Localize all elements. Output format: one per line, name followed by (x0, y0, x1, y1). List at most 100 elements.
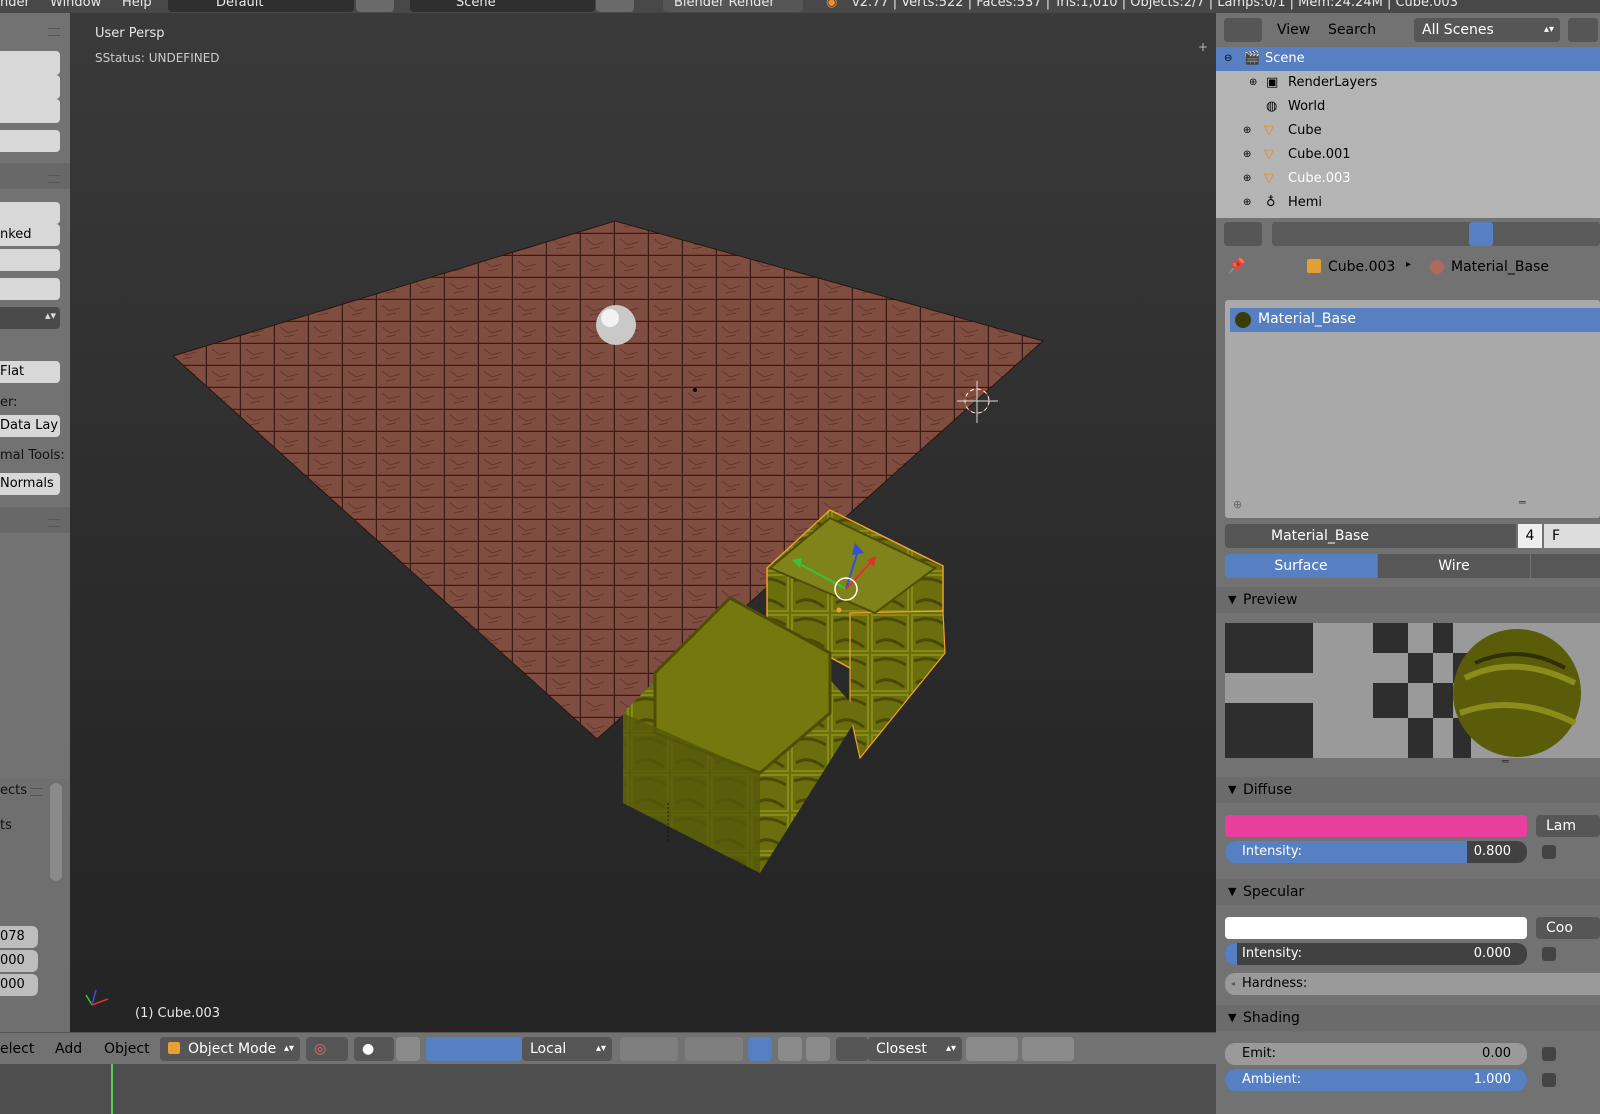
properties-editor-type-icon[interactable] (1224, 222, 1262, 246)
ambient-slider[interactable]: Ambient: 1.000 (1225, 1069, 1527, 1091)
number-field-2[interactable]: 000 (0, 950, 38, 972)
display-mode-selector[interactable]: All Scenes ▴▾ (1414, 18, 1560, 42)
scene-add-button[interactable] (596, 0, 634, 12)
material-browse-button[interactable] (1225, 524, 1265, 548)
outliner-row-hemi[interactable]: ⊕ ♁ Hemi (1216, 191, 1600, 215)
diffuse-shader-selector[interactable]: Lam (1536, 815, 1600, 837)
outliner-row-cube001[interactable]: ⊕ ▽ Cube.001 (1216, 143, 1600, 167)
proportional-edit-icon[interactable] (778, 1037, 802, 1061)
editor-type-icon[interactable] (1224, 18, 1262, 42)
snap-element-selector[interactable] (836, 1037, 868, 1061)
panel-grip-icon[interactable] (48, 175, 60, 183)
layer-buttons-2[interactable] (685, 1037, 743, 1061)
pivot-point-selector[interactable]: ● (354, 1037, 394, 1061)
fake-user-button[interactable]: F (1544, 524, 1600, 548)
preview-panel-header[interactable]: ▼ Preview (1216, 587, 1600, 613)
menu-window[interactable]: Window (50, 0, 101, 10)
outliner-row-renderlayers[interactable]: ⊕ ▣ RenderLayers (1216, 71, 1600, 95)
resize-handle-icon[interactable]: ═ (1519, 496, 1526, 509)
menu-help[interactable]: Help (122, 0, 152, 10)
shelf-button-1[interactable] (0, 51, 60, 75)
shelf-button-3[interactable] (0, 99, 60, 123)
sphere-object (596, 305, 636, 345)
snap-toggle-icon[interactable] (806, 1037, 830, 1061)
render-preview-icons[interactable] (1022, 1037, 1074, 1061)
mode-selector[interactable]: Object Mode ▴▾ (160, 1037, 300, 1061)
preview-resize-icon[interactable]: ═ (1502, 755, 1509, 768)
emit-field[interactable]: Emit: 0.00 (1225, 1043, 1527, 1065)
material-slot-list[interactable]: Material_Base ⊕ ═ (1225, 300, 1600, 518)
shelf-dropdown[interactable]: ▴▾ (0, 307, 60, 329)
lamp-icon: ♁ (1266, 195, 1276, 210)
outliner-row-cube[interactable]: ⊕ ▽ Cube (1216, 119, 1600, 143)
tangent-checkbox[interactable] (1542, 1073, 1556, 1087)
menu-object[interactable]: Object (104, 1041, 150, 1057)
diffuse-panel-header[interactable]: ▼ Diffuse (1216, 777, 1600, 803)
render-layers-icon: ▣ (1266, 75, 1279, 90)
specular-intensity-slider[interactable]: Intensity: 0.000 (1225, 943, 1527, 965)
shading-panel-header[interactable]: ▼ Shading (1216, 1005, 1600, 1031)
normals-button[interactable]: Normals (0, 473, 60, 495)
diffuse-ramp-checkbox[interactable] (1542, 845, 1556, 859)
viewport-shading-selector[interactable]: ◎ (306, 1037, 348, 1061)
shelf-linked-button[interactable]: nked (0, 224, 60, 246)
snap-target-selector[interactable]: Closest ▴▾ (868, 1037, 962, 1061)
outliner-menu-search[interactable]: Search (1328, 22, 1376, 38)
specular-ramp-checkbox[interactable] (1542, 947, 1556, 961)
add-slot-icon[interactable]: ⊕ (1233, 498, 1242, 511)
specular-panel-header[interactable]: ▼ Specular (1216, 879, 1600, 905)
panel-grip-icon[interactable] (30, 788, 42, 796)
material-tab-icon[interactable] (1469, 222, 1493, 246)
shelf-button-7[interactable] (0, 278, 60, 300)
layout-add-button[interactable] (356, 0, 394, 12)
specular-intensity-value: 0.000 (1473, 946, 1511, 961)
lock-layers-icon[interactable] (748, 1037, 772, 1061)
specular-shader-selector[interactable]: Coo (1536, 917, 1600, 939)
scene-selector[interactable] (410, 0, 595, 12)
current-frame-marker[interactable] (111, 1064, 113, 1114)
blender-logo-icon: ◉ (826, 0, 838, 10)
tab-surface[interactable]: Surface (1225, 554, 1377, 578)
tab-volume[interactable] (1531, 554, 1600, 578)
snap-options-icons[interactable] (966, 1037, 1018, 1061)
material-slot-row[interactable]: Material_Base (1230, 308, 1600, 332)
pin-icon[interactable]: 📌 (1228, 258, 1245, 274)
data-layer-button[interactable]: Data Lay (0, 415, 60, 437)
mode-label: Object Mode (188, 1041, 277, 1057)
diffuse-color-swatch[interactable] (1225, 815, 1527, 837)
material-name-field[interactable]: Material_Base (1265, 524, 1516, 548)
shade-flat-button[interactable]: Flat (0, 361, 60, 383)
layer-buttons-1[interactable] (620, 1037, 678, 1061)
outliner-row-cube003[interactable]: ⊕ ▽ Cube.003 (1216, 167, 1600, 191)
outliner-row-scene[interactable]: ⊖ 🎬 Scene (1216, 47, 1600, 71)
outliner-row-world[interactable]: ◍ World (1216, 95, 1600, 119)
shelf-button-2[interactable] (0, 75, 60, 99)
number-field-1[interactable]: 078 (0, 926, 38, 948)
outliner-label-hemi: Hemi (1288, 195, 1323, 210)
menu-add[interactable]: Add (55, 1041, 82, 1057)
shelf-button-4[interactable] (0, 130, 60, 152)
shadeless-checkbox[interactable] (1542, 1047, 1556, 1061)
hardness-field[interactable]: ◂ Hardness: (1225, 973, 1600, 995)
manipulator-modes[interactable] (426, 1037, 522, 1061)
shelf-scrollbar[interactable] (50, 783, 62, 881)
number-field-3[interactable]: 000 (0, 974, 38, 996)
transform-orientation-selector[interactable]: Local ▴▾ (522, 1037, 612, 1061)
search-icon[interactable] (1568, 18, 1598, 42)
shelf-button-5[interactable] (0, 202, 60, 224)
panel-grip-icon[interactable] (48, 519, 60, 527)
world-icon: ◍ (1266, 99, 1278, 114)
menu-select[interactable]: elect (0, 1041, 34, 1057)
diffuse-intensity-slider[interactable]: Intensity: 0.800 (1225, 841, 1527, 863)
manipulator-toggle[interactable] (396, 1037, 420, 1061)
outliner-menu-view[interactable]: View (1277, 22, 1310, 38)
tab-wire[interactable]: Wire (1378, 554, 1530, 578)
3d-viewport[interactable]: User Persp SStatus: UNDEFINED + (1) Cube… (70, 13, 1216, 1053)
material-ball-icon (1235, 312, 1251, 328)
specular-color-swatch[interactable] (1225, 917, 1527, 939)
material-users-count[interactable]: 4 (1518, 524, 1542, 548)
menu-render[interactable]: nder (0, 0, 30, 10)
context-tabs[interactable] (1272, 222, 1600, 246)
shelf-button-6[interactable] (0, 249, 60, 271)
panel-grip-icon[interactable] (48, 28, 60, 36)
